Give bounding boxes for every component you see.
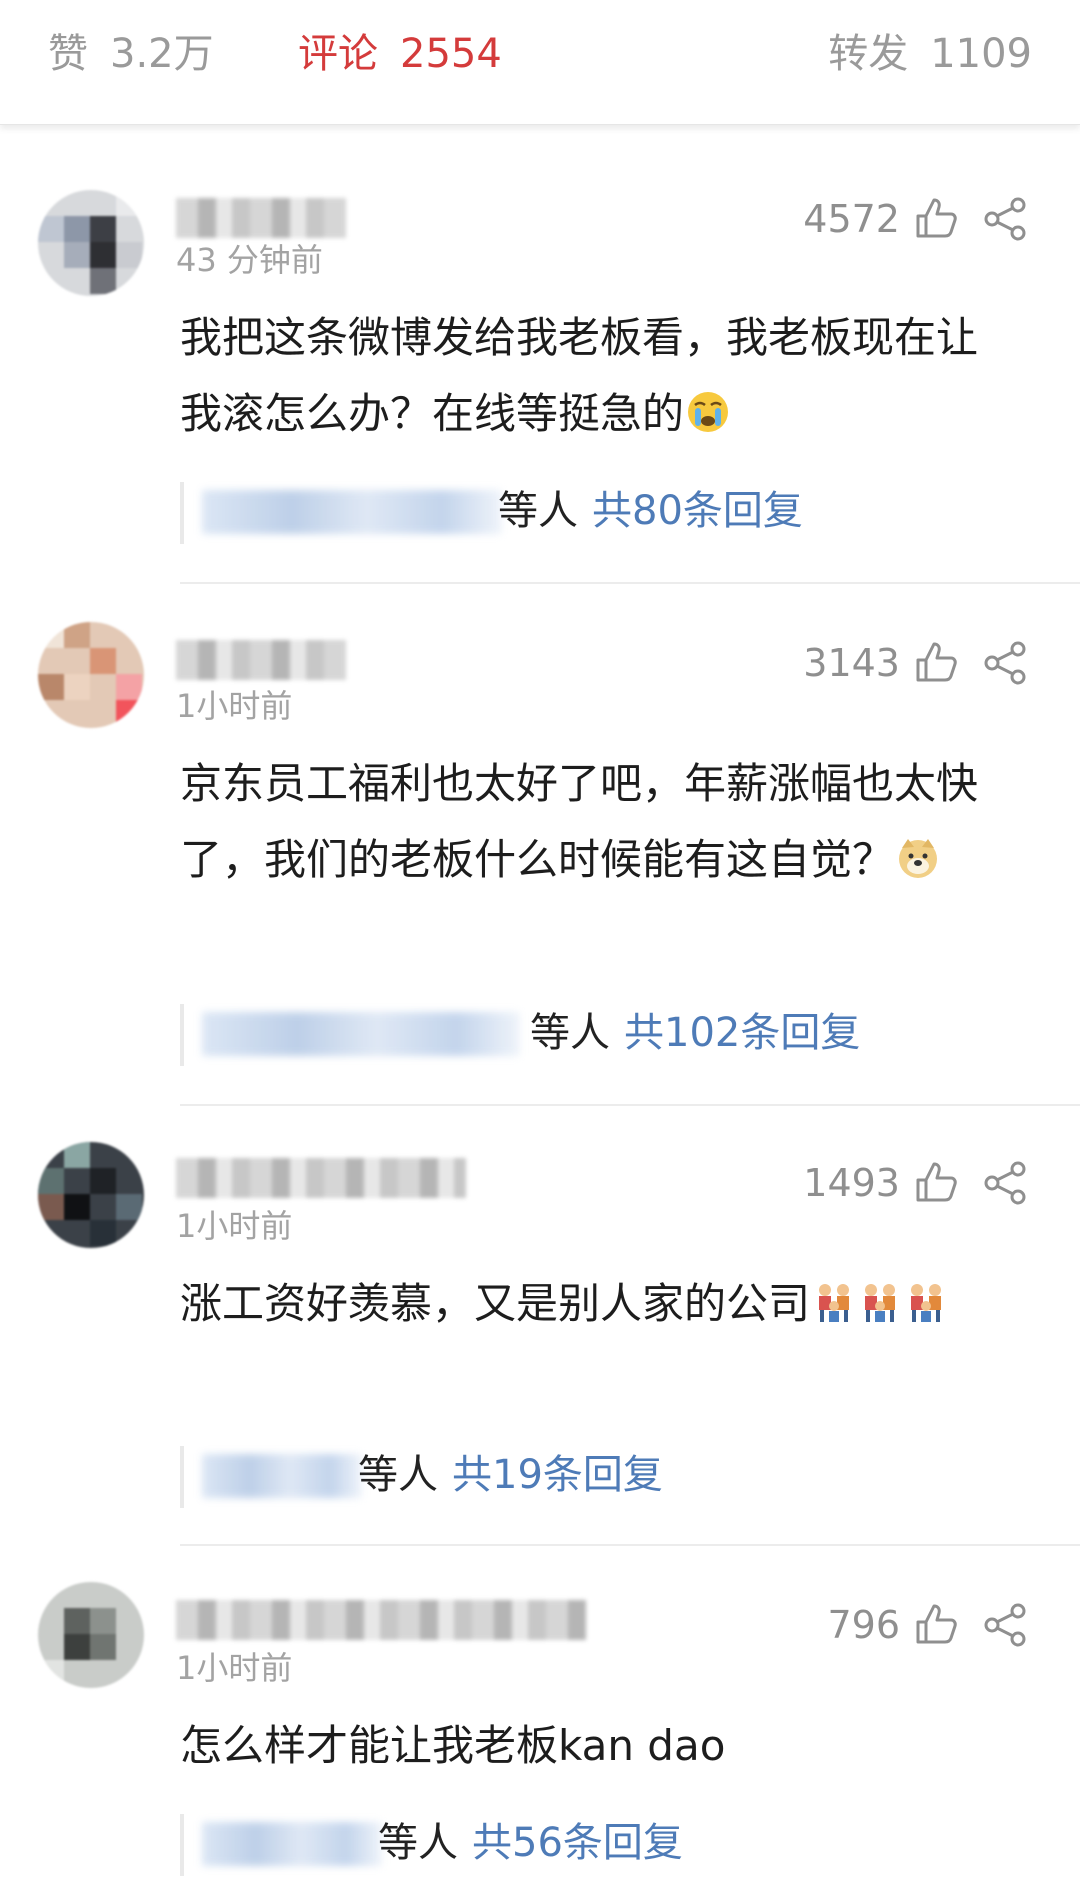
like-count: 796: [827, 1603, 900, 1647]
reply-divider-line: [180, 1446, 184, 1508]
tab-comments-count: 2554: [400, 31, 502, 77]
comment-time: 43 分钟前: [176, 241, 323, 279]
tab-reposts-count: 1109: [930, 31, 1032, 77]
reply-divider-line: [180, 1004, 184, 1066]
family-emoji-icon: [865, 1284, 896, 1322]
reply-preview[interactable]: 等人 共19条回复: [180, 1440, 980, 1510]
share-icon[interactable]: [982, 640, 1028, 686]
avatar[interactable]: [38, 1142, 144, 1248]
reply-total-link[interactable]: 共80条回复: [592, 488, 803, 534]
share-icon[interactable]: [982, 1160, 1028, 1206]
share-icon[interactable]: [982, 1602, 1028, 1648]
reply-suffix: 等人: [358, 1452, 438, 1498]
reply-suffix: 等人: [498, 488, 578, 534]
comment-text-content: 京东员工福利也太好了吧，年薪涨幅也太快了，我们的老板什么时候能有这自觉？: [180, 759, 979, 884]
tab-likes-count: 3.2万: [110, 31, 214, 77]
reply-preview[interactable]: 等人 共56条回复: [180, 1808, 980, 1878]
thumbs-up-icon[interactable]: [914, 640, 958, 684]
reply-names-blurred: [202, 1822, 382, 1866]
tab-bar: 赞 3.2万 评论 2554 转发 1109: [0, 0, 1080, 125]
comment-text: 京东员工福利也太好了吧，年薪涨幅也太快了，我们的老板什么时候能有这自觉？: [180, 746, 1010, 898]
comment-time: 1小时前: [176, 687, 293, 725]
comment-divider: [180, 582, 1080, 584]
share-icon[interactable]: [982, 196, 1028, 242]
username-blurred[interactable]: [176, 198, 346, 238]
avatar[interactable]: [38, 622, 144, 728]
avatar[interactable]: [38, 1582, 144, 1688]
family-emoji-icon: [911, 1284, 942, 1322]
comment-divider: [180, 1104, 1080, 1106]
tab-likes[interactable]: 赞 3.2万: [48, 30, 214, 78]
like-count: 4572: [803, 197, 900, 241]
thumbs-up-icon[interactable]: [914, 1602, 958, 1646]
reply-suffix: 等人: [530, 1010, 610, 1056]
crying-face-emoji-icon: [688, 392, 729, 432]
reply-total-link[interactable]: 共102条回复: [624, 1010, 860, 1056]
reply-total-link[interactable]: 共19条回复: [452, 1452, 663, 1498]
reply-summary: 等人 共19条回复: [358, 1448, 663, 1502]
tab-reposts-label: 转发: [828, 31, 909, 77]
tab-comments[interactable]: 评论 2554: [298, 30, 502, 78]
reply-summary: 等人 共56条回复: [378, 1816, 683, 1870]
reply-summary: 等人 共102条回复: [530, 1006, 860, 1060]
comment-text: 怎么样才能让我老板kan dao: [180, 1708, 1010, 1784]
reply-divider-line: [180, 1814, 184, 1876]
comment-time: 1小时前: [176, 1207, 293, 1245]
avatar[interactable]: [38, 190, 144, 296]
reply-summary: 等人 共80条回复: [498, 484, 803, 538]
reply-names-blurred: [202, 490, 502, 534]
reply-preview[interactable]: 等人 共102条回复: [180, 998, 980, 1068]
tab-reposts[interactable]: 转发 1109: [828, 30, 1032, 78]
thumbs-up-icon[interactable]: [914, 196, 958, 240]
reply-divider-line: [180, 482, 184, 544]
reply-preview[interactable]: 等人 共80条回复: [180, 476, 980, 546]
comment-text-content: 涨工资好羡慕，又是别人家的公司: [180, 1279, 811, 1328]
doge-emoji-icon: [899, 839, 938, 878]
reply-suffix: 等人: [378, 1820, 458, 1866]
thumbs-up-icon[interactable]: [914, 1160, 958, 1204]
comment-text: 涨工资好羡慕，又是别人家的公司: [180, 1266, 1010, 1342]
tab-comments-label: 评论: [298, 31, 378, 77]
like-count: 1493: [803, 1161, 900, 1205]
reply-names-blurred: [202, 1454, 362, 1498]
reply-total-link[interactable]: 共56条回复: [472, 1820, 683, 1866]
comment-time: 1小时前: [176, 1649, 293, 1687]
comment-divider: [180, 1544, 1080, 1546]
like-count: 3143: [803, 641, 900, 685]
comment-text: 我把这条微博发给我老板看，我老板现在让我滚怎么办？在线等挺急的: [180, 300, 1010, 452]
family-emoji-icon: [819, 1284, 850, 1322]
username-blurred[interactable]: [176, 640, 346, 680]
username-blurred[interactable]: [176, 1600, 586, 1640]
username-blurred[interactable]: [176, 1158, 466, 1198]
reply-names-blurred: [202, 1012, 520, 1056]
comment-text-content: 怎么样才能让我老板kan dao: [180, 1721, 726, 1770]
comment-text-content: 我把这条微博发给我老板看，我老板现在让我滚怎么办？在线等挺急的: [180, 313, 979, 438]
tab-likes-label: 赞: [48, 31, 88, 77]
